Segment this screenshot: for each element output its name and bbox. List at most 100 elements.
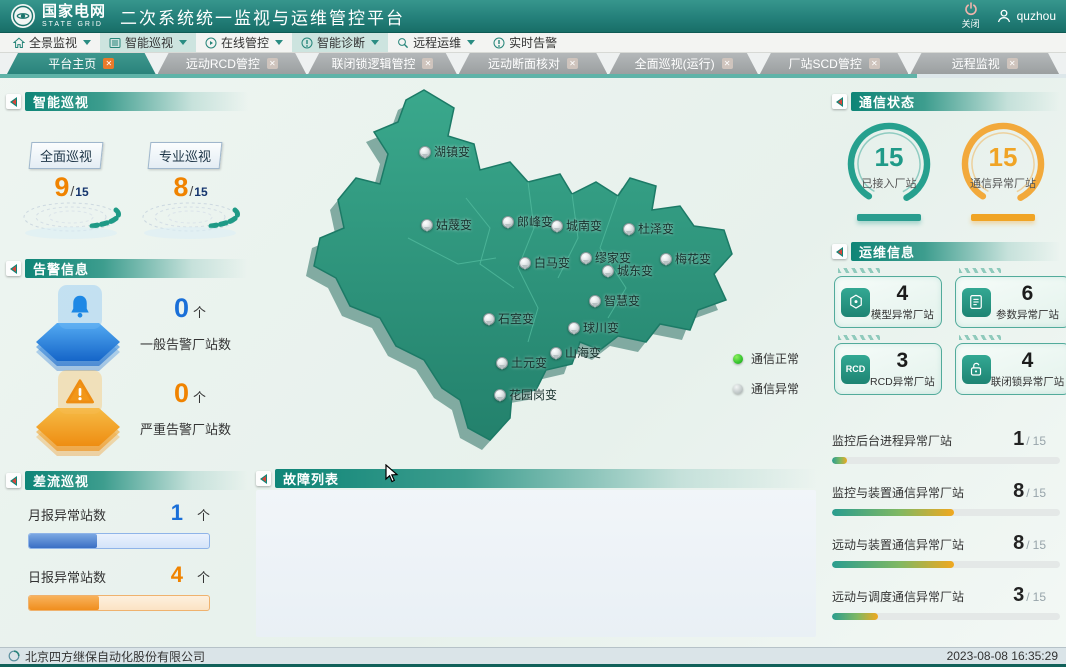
list-icon bbox=[109, 37, 121, 49]
ops-card-rcd[interactable]: RCD 3 RCD异常厂站 bbox=[834, 343, 942, 395]
station-pin-icon bbox=[602, 265, 614, 277]
station-marker[interactable]: 城南变 bbox=[551, 217, 602, 234]
tab-full-inspection[interactable]: 全面巡视(运行)✕ bbox=[609, 53, 758, 74]
progress-label: 监控与装置通信异常厂站 bbox=[832, 484, 964, 501]
power-icon bbox=[964, 2, 978, 16]
station-pin-icon bbox=[421, 219, 433, 231]
chevron-down-icon bbox=[83, 40, 91, 45]
station-marker[interactable]: 白马变 bbox=[519, 254, 570, 271]
progress-fill bbox=[832, 561, 954, 568]
inspection-panel: 全面巡视 9/15 专业巡视 8/15 bbox=[20, 142, 242, 246]
ops-card-label: 模型异常厂站 bbox=[870, 307, 935, 322]
progress-track bbox=[832, 613, 1060, 620]
rcd-icon: RCD bbox=[841, 355, 870, 384]
station-marker[interactable]: 城东变 bbox=[602, 262, 653, 279]
tab-section-check[interactable]: 远动断面核对✕ bbox=[459, 53, 608, 74]
station-pin-icon bbox=[494, 389, 506, 401]
section-title: 智能巡视 bbox=[25, 92, 248, 111]
severe-alarm-count: 0 bbox=[174, 378, 189, 408]
tab-rcd-control[interactable]: 远动RCD管控✕ bbox=[158, 53, 307, 74]
station-marker[interactable]: 梅花变 bbox=[660, 250, 711, 267]
user-button[interactable]: quzhou bbox=[996, 8, 1056, 24]
station-marker[interactable]: 球川变 bbox=[568, 319, 619, 336]
station-label: 城东变 bbox=[617, 262, 653, 279]
progress-value: 8/15 bbox=[1013, 532, 1046, 555]
progress-row-monitor-device-comm: 监控与装置通信异常厂站 8/15 bbox=[832, 480, 1060, 516]
station-pin-icon bbox=[496, 357, 508, 369]
tab-close-icon[interactable]: ✕ bbox=[869, 58, 880, 69]
collapse-arrow-icon[interactable] bbox=[6, 261, 21, 276]
menu-label: 全景监视 bbox=[29, 34, 77, 51]
tab-close-icon[interactable]: ✕ bbox=[267, 58, 278, 69]
daily-diff-row: 日报异常站数 4 个 bbox=[28, 562, 210, 611]
menu-item-inspection[interactable]: 智能巡视 bbox=[100, 33, 196, 52]
station-marker[interactable]: 土元变 bbox=[496, 354, 547, 371]
ops-card-interlock[interactable]: 4 联闭锁异常厂站 bbox=[955, 343, 1066, 395]
daily-diff-label: 日报异常站数 bbox=[28, 567, 106, 586]
section-title: 告警信息 bbox=[25, 259, 248, 278]
section-title: 故障列表 bbox=[275, 469, 816, 488]
full-inspection-gauge[interactable]: 全面巡视 9/15 bbox=[20, 142, 123, 246]
progress-value: 1/15 bbox=[1013, 428, 1046, 451]
warning-triangle-icon bbox=[58, 370, 102, 414]
tab-close-icon[interactable]: ✕ bbox=[1007, 58, 1018, 69]
close-button[interactable]: 关闭 bbox=[962, 2, 980, 30]
professional-inspection-gauge[interactable]: 专业巡视 8/15 bbox=[139, 142, 242, 246]
user-icon bbox=[996, 8, 1012, 24]
tab-close-icon[interactable]: ✕ bbox=[422, 58, 433, 69]
collapse-arrow-icon[interactable] bbox=[832, 244, 847, 259]
station-marker[interactable]: 智慧变 bbox=[589, 292, 640, 309]
menu-item-remote-ops[interactable]: 远程运维 bbox=[388, 33, 484, 52]
tab-close-icon[interactable]: ✕ bbox=[722, 58, 733, 69]
general-alarm-icon-stack bbox=[30, 287, 126, 371]
region-map: 湖镇变姑蔑变郎峰变城南变杜泽变白马变缪家变城东变梅花变智慧变石室变球川变山海变土… bbox=[228, 78, 828, 468]
page-title: 二次系统统一监视与运维管控平台 bbox=[120, 4, 405, 29]
chevron-down-icon bbox=[275, 40, 283, 45]
tab-platform-home[interactable]: 平台主页✕ bbox=[7, 53, 156, 74]
menu-item-diagnosis[interactable]: 智能诊断 bbox=[292, 33, 388, 52]
ops-card-label: 联闭锁异常厂站 bbox=[991, 374, 1065, 389]
collapse-arrow-icon[interactable] bbox=[256, 471, 271, 486]
tab-scd-control[interactable]: 厂站SCD管控✕ bbox=[760, 53, 909, 74]
station-marker[interactable]: 花园岗变 bbox=[494, 386, 557, 403]
tab-interlock-logic[interactable]: 联闭锁逻辑管控 ✕ bbox=[308, 53, 457, 74]
unlock-icon bbox=[962, 355, 991, 384]
collapse-arrow-icon[interactable] bbox=[832, 94, 847, 109]
section-header-inspection: 智能巡视 bbox=[6, 92, 248, 111]
tab-close-icon[interactable]: ✕ bbox=[567, 58, 578, 69]
section-title: 差流巡视 bbox=[25, 471, 248, 490]
progress-value: 8/15 bbox=[1013, 480, 1046, 503]
station-label: 土元变 bbox=[511, 354, 547, 371]
progress-row-telecontrol-device-comm: 远动与装置通信异常厂站 8/15 bbox=[832, 532, 1060, 568]
menu-item-realtime-alarm[interactable]: 实时告警 bbox=[484, 33, 566, 52]
menu-label: 智能巡视 bbox=[125, 34, 173, 51]
menu-item-online-control[interactable]: 在线管控 bbox=[196, 33, 292, 52]
home-icon bbox=[13, 37, 25, 49]
tab-label: 联闭锁逻辑管控 bbox=[331, 55, 415, 72]
ops-card-value: 6 bbox=[991, 283, 1065, 304]
chevron-down-icon bbox=[467, 40, 475, 45]
tab-remote-monitor[interactable]: 远程监视✕ bbox=[910, 53, 1059, 74]
model-icon bbox=[841, 288, 870, 317]
station-marker[interactable]: 姑蔑变 bbox=[421, 216, 472, 233]
gauge-pedestal bbox=[857, 214, 921, 221]
collapse-arrow-icon[interactable] bbox=[6, 94, 21, 109]
menu-item-panorama[interactable]: 全景监视 bbox=[4, 33, 100, 52]
ops-card-model[interactable]: 4 模型异常厂站 bbox=[834, 276, 942, 328]
station-marker[interactable]: 石室变 bbox=[483, 310, 534, 327]
station-label: 山海变 bbox=[565, 344, 601, 361]
ops-card-parameter[interactable]: 6 参数异常厂站 bbox=[955, 276, 1066, 328]
legend-comm-abnormal: 通信异常 bbox=[733, 380, 799, 397]
collapse-arrow-icon[interactable] bbox=[6, 473, 21, 488]
abnormal-progress-panel: 监控后台进程异常厂站 1/15 监控与装置通信异常厂站 8/15 远动与装置通信… bbox=[832, 428, 1060, 636]
state-grid-logo-icon bbox=[10, 3, 36, 29]
menu-label: 远程运维 bbox=[413, 34, 461, 51]
station-marker[interactable]: 湖镇变 bbox=[419, 143, 470, 160]
tab-close-icon[interactable]: ✕ bbox=[103, 58, 114, 69]
station-marker[interactable]: 山海变 bbox=[550, 344, 601, 361]
station-marker[interactable]: 杜泽变 bbox=[623, 220, 674, 237]
brand-name: 国家电网 bbox=[42, 4, 106, 19]
station-marker[interactable]: 郎峰变 bbox=[502, 213, 553, 230]
station-pin-icon bbox=[660, 253, 672, 265]
progress-row-telecontrol-dispatch-comm: 远动与调度通信异常厂站 3/15 bbox=[832, 584, 1060, 620]
